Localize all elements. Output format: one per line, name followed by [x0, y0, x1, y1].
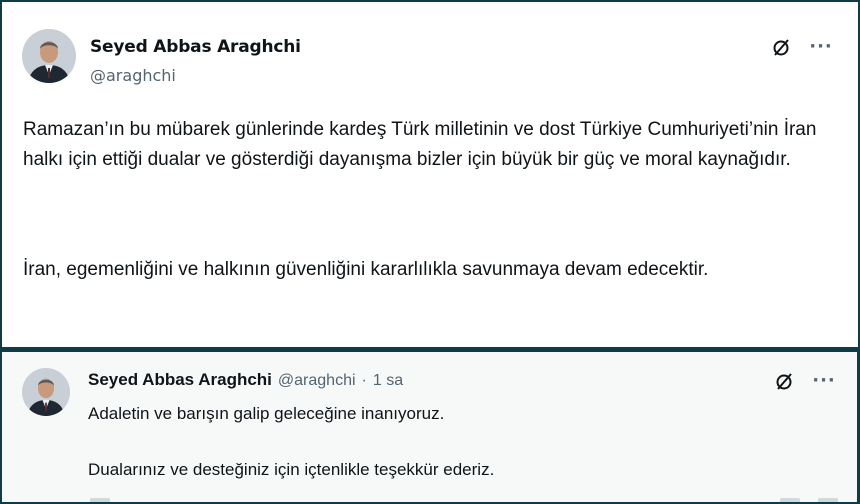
post-text-line-1: Adaletin ve barışın galip geleceğine ina… — [88, 404, 445, 423]
avatar-photo — [22, 29, 76, 83]
share-icon-partial[interactable] — [818, 498, 838, 502]
post-text-paragraph-2: İran, egemenliğini ve halkının güvenliği… — [23, 259, 709, 280]
author-name[interactable]: Seyed Abbas Araghchi — [88, 370, 272, 390]
grok-icon[interactable] — [773, 370, 795, 392]
author-handle[interactable]: @araghchi — [278, 372, 356, 390]
more-icon[interactable]: ··· — [812, 370, 835, 392]
grok-icon[interactable] — [770, 36, 792, 58]
reply-icon-partial[interactable] — [90, 498, 110, 502]
meta-separator: · — [361, 372, 367, 389]
bookmark-icon-partial[interactable] — [780, 498, 800, 502]
avatar[interactable] — [22, 368, 70, 416]
author-handle[interactable]: @araghchi — [90, 66, 176, 85]
post-time[interactable]: 1 sa — [373, 372, 403, 390]
post-text-paragraph-1: Ramazan’ın bu mübarek günlerinde kardeş … — [23, 119, 817, 170]
post-text-line-2: Dualarınız ve desteğiniz için içtenlikle… — [88, 460, 495, 479]
post-actions: ··· — [770, 36, 832, 58]
avatar[interactable] — [22, 29, 76, 83]
author-name[interactable]: Seyed Abbas Araghchi — [90, 37, 301, 57]
post-actions: ··· — [773, 370, 835, 392]
main-post: Seyed Abbas Araghchi @araghchi ··· Ramaz… — [2, 2, 858, 347]
more-icon[interactable]: ··· — [809, 36, 832, 58]
avatar-photo — [22, 368, 70, 416]
thread-post[interactable]: Seyed Abbas Araghchi @araghchi · 1 sa ··… — [2, 352, 857, 502]
post-header: Seyed Abbas Araghchi @araghchi · 1 sa — [88, 370, 403, 390]
